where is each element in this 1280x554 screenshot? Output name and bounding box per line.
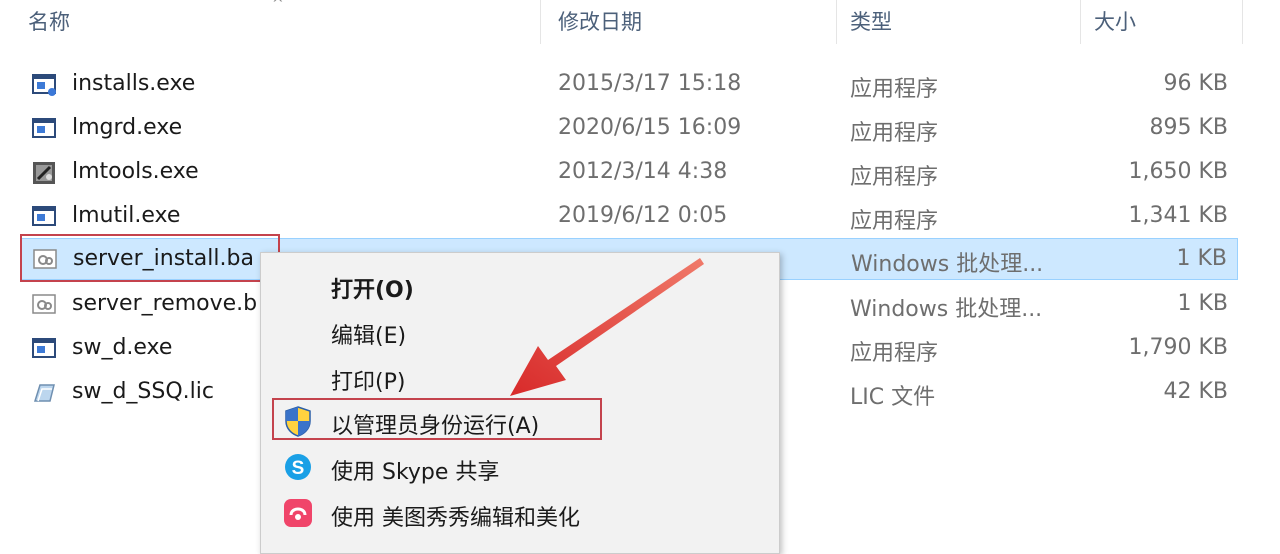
arrow-shape [510, 258, 704, 396]
annotation-arrow [510, 258, 704, 396]
